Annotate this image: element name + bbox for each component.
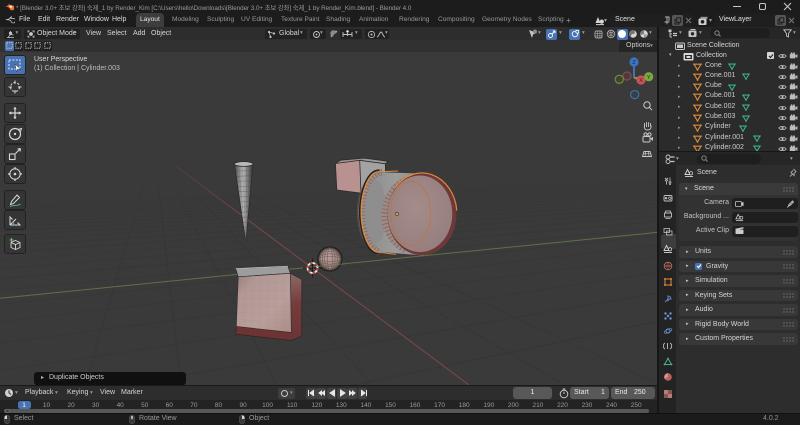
svg-text:Y: Y	[647, 75, 651, 81]
svg-text:X: X	[639, 78, 643, 84]
